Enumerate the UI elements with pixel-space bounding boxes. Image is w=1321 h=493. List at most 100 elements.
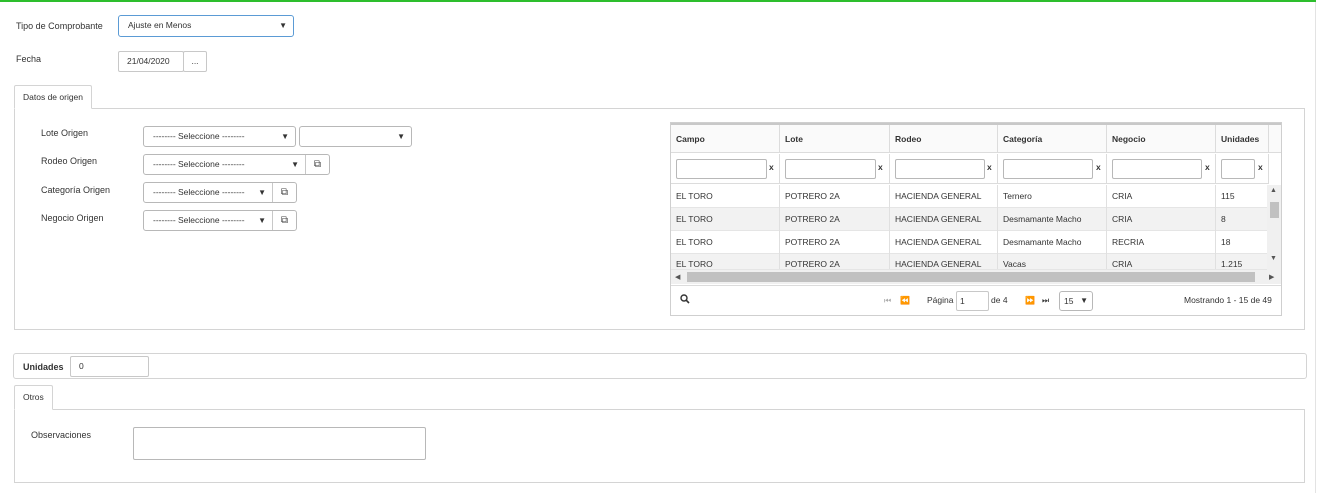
column-header-negocio[interactable]: Negocio [1107, 125, 1216, 153]
cell-lote: POTRERO 2A [780, 231, 890, 254]
column-header-lote[interactable]: Lote [780, 125, 890, 153]
filter-clear-rodeo[interactable]: x [987, 162, 992, 172]
tipo-comprobante-select[interactable]: Ajuste en Menos ▼ [118, 15, 294, 37]
unidades-input[interactable]: 0 [70, 356, 149, 377]
filter-input-campo[interactable] [676, 159, 767, 179]
vertical-scrollbar[interactable]: ▲ ▼ [1267, 185, 1281, 270]
filter-cell-negocio: x [1107, 154, 1216, 184]
cell-unidades: 18 [1221, 237, 1231, 247]
lote-origen-select-secondary[interactable]: ▼ [299, 126, 412, 147]
scroll-up-icon[interactable]: ▲ [1270, 187, 1277, 194]
chevron-down-icon: ▼ [281, 132, 289, 141]
scroll-left-icon[interactable]: ◀ [675, 273, 680, 281]
cell-categoria: Vacas [998, 254, 1107, 269]
tipo-comprobante-value: Ajuste en Menos [128, 20, 192, 30]
page-label: Página [927, 295, 954, 305]
page-size-value: 15 [1064, 296, 1074, 306]
column-header-categoria[interactable]: Categoría [998, 125, 1107, 153]
filter-clear-negocio[interactable]: x [1205, 162, 1210, 172]
cell-unidades: 115 [1221, 191, 1235, 201]
negocio-origen-value: -------- Seleccione -------- [153, 215, 245, 225]
cell-rodeo: HACIENDA GENERAL [890, 208, 998, 231]
lote-origen-select[interactable]: -------- Seleccione -------- ▼ [143, 126, 296, 147]
rodeo-origen-label: Rodeo Origen [41, 156, 98, 166]
categoria-origen-label: Categoría Origen [41, 185, 111, 195]
page-number-input[interactable]: 1 [956, 291, 989, 311]
filter-input-categoria[interactable] [1003, 159, 1093, 179]
filter-cell-campo: x [671, 154, 780, 184]
cell-negocio: CRIA [1107, 208, 1216, 231]
cell-categoria: Desmamante Macho [998, 208, 1107, 231]
unidades-label: Unidades [23, 362, 64, 372]
scroll-right-icon[interactable]: ▶ [1269, 273, 1274, 281]
tipo-comprobante-label: Tipo de Comprobante [16, 21, 103, 31]
filter-cell-unidades: x [1216, 154, 1269, 184]
tab-datos-origen[interactable]: Datos de origen [14, 85, 93, 109]
next-page-icon[interactable]: ⏩ [1025, 296, 1035, 305]
cell-lote: POTRERO 2A [780, 208, 890, 231]
column-header-unidades[interactable]: Unidades [1216, 125, 1269, 153]
last-page-icon[interactable]: ⏭ [1042, 296, 1049, 306]
cell-rodeo: HACIENDA GENERAL [890, 185, 998, 208]
chevron-down-icon: ▼ [258, 216, 266, 225]
filter-cell-categoria: x [998, 154, 1107, 184]
cell-categoria: Ternero [998, 185, 1107, 208]
fecha-input[interactable]: 21/04/2020 [118, 51, 184, 72]
cell-negocio: CRIA [1107, 185, 1216, 208]
cell-negocio: RECRIA [1107, 231, 1216, 254]
page-count: de 4 [991, 295, 1008, 305]
observaciones-textarea[interactable] [133, 427, 426, 460]
cell-negocio: CRIA [1107, 254, 1216, 269]
record-count: Mostrando 1 - 15 de 49 [1184, 295, 1272, 305]
horizontal-scrollbar[interactable]: ◀ ▶ [671, 270, 1281, 284]
categoria-origen-select[interactable]: -------- Seleccione -------- ▼ ⧉ [143, 182, 297, 203]
page-size-select[interactable]: 15 ▼ [1059, 291, 1093, 311]
cell-lote: POTRERO 2A [780, 185, 890, 208]
filter-clear-categoria[interactable]: x [1096, 162, 1101, 172]
scroll-down-icon[interactable]: ▼ [1270, 255, 1277, 262]
negocio-origen-select[interactable]: -------- Seleccione -------- ▼ ⧉ [143, 210, 297, 231]
external-link-icon[interactable]: ⧉ [272, 183, 296, 202]
observaciones-label: Observaciones [31, 430, 92, 440]
external-link-icon[interactable]: ⧉ [305, 155, 329, 174]
filter-clear-unidades[interactable]: x [1258, 162, 1263, 172]
filter-input-lote[interactable] [785, 159, 876, 179]
cell-rodeo: HACIENDA GENERAL [890, 254, 998, 269]
cell-campo: EL TORO [671, 254, 780, 269]
search-icon[interactable] [680, 294, 690, 306]
external-link-icon[interactable]: ⧉ [272, 211, 296, 230]
prev-page-icon[interactable]: ⏪ [900, 296, 910, 305]
table-row[interactable]: EL TORO POTRERO 2A HACIENDA GENERAL Desm… [671, 208, 1267, 231]
column-header-campo[interactable]: Campo [671, 125, 780, 153]
cell-campo: EL TORO [671, 208, 780, 231]
filter-cell-lote: x [780, 154, 890, 184]
cell-campo: EL TORO [671, 185, 780, 208]
column-header-spacer [1269, 125, 1281, 153]
lote-origen-value: -------- Seleccione -------- [153, 131, 245, 141]
table-row[interactable]: EL TORO POTRERO 2A HACIENDA GENERAL Vaca… [671, 254, 1267, 270]
cell-categoria: Desmamante Macho [998, 231, 1107, 254]
categoria-origen-value: -------- Seleccione -------- [153, 187, 245, 197]
fecha-label: Fecha [16, 54, 42, 64]
vertical-scroll-thumb[interactable] [1270, 202, 1279, 218]
cell-unidades: 8 [1221, 214, 1226, 224]
filter-input-negocio[interactable] [1112, 159, 1202, 179]
tab-otros[interactable]: Otros [14, 385, 53, 410]
table-row[interactable]: EL TORO POTRERO 2A HACIENDA GENERAL Desm… [671, 231, 1267, 254]
filter-cell-rodeo: x [890, 154, 998, 184]
stock-grid: Campo Lote Rodeo Categoría Negocio Unida… [670, 122, 1282, 316]
horizontal-scroll-thumb[interactable] [687, 272, 1255, 282]
fecha-picker-button[interactable]: ... [183, 51, 207, 72]
table-row[interactable]: EL TORO POTRERO 2A HACIENDA GENERAL Tern… [671, 185, 1267, 208]
column-header-rodeo[interactable]: Rodeo [890, 125, 998, 153]
filter-input-rodeo[interactable] [895, 159, 985, 179]
rodeo-origen-select[interactable]: -------- Seleccione -------- ▼ ⧉ [143, 154, 330, 175]
lote-origen-label: Lote Origen [41, 128, 89, 138]
filter-clear-campo[interactable]: x [769, 162, 774, 172]
chevron-down-icon: ▼ [291, 160, 299, 169]
rodeo-origen-value: -------- Seleccione -------- [153, 159, 245, 169]
filter-clear-lote[interactable]: x [878, 162, 883, 172]
first-page-icon[interactable]: ⏮ [884, 296, 891, 306]
filter-input-unidades[interactable] [1221, 159, 1255, 179]
cell-lote: POTRERO 2A [780, 254, 890, 269]
